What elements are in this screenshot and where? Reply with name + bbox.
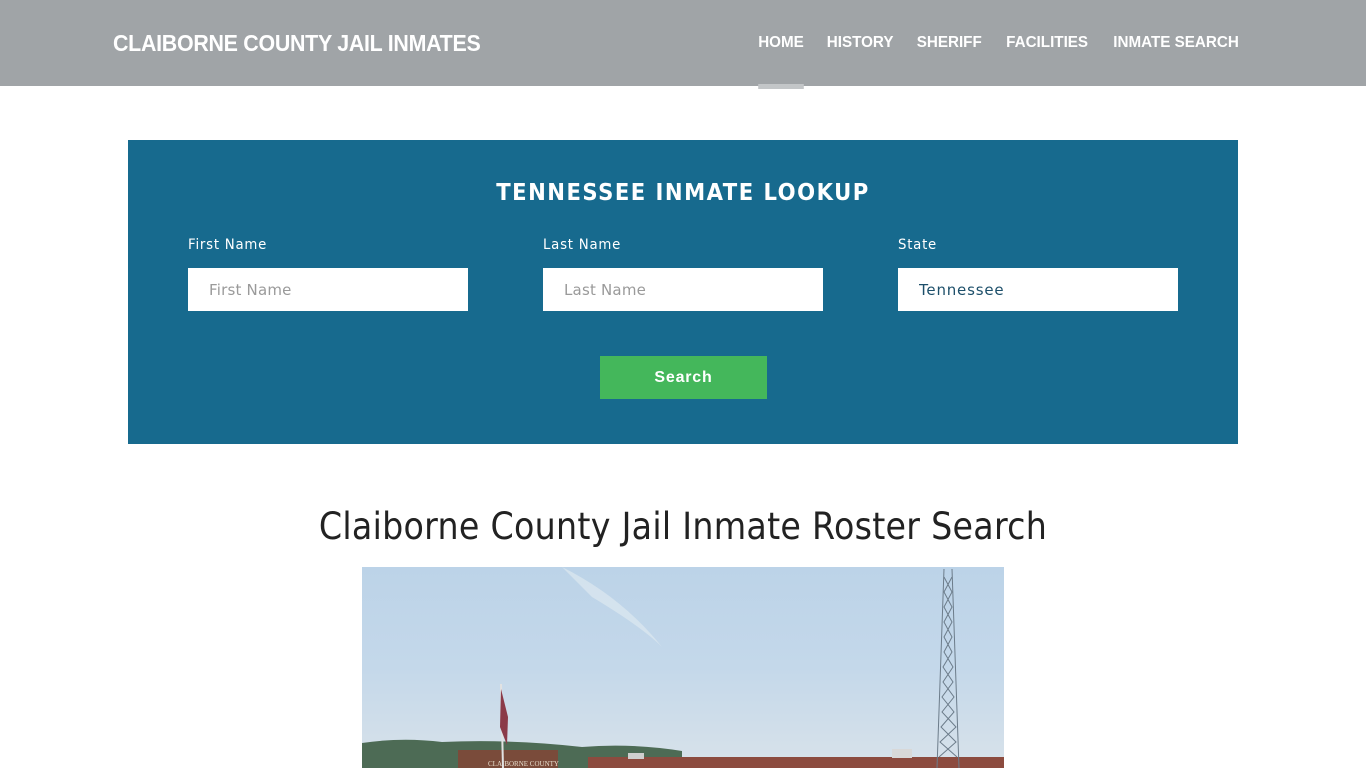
nav-facilities[interactable]: FACILITIES — [996, 0, 1097, 86]
page-heading: Claiborne County Jail Inmate Roster Sear… — [318, 505, 1048, 548]
last-name-input[interactable] — [543, 268, 823, 311]
jail-photo: CLAIBORNE COUNTY — [362, 567, 1004, 768]
lookup-title: TENNESSEE INMATE LOOKUP — [496, 180, 870, 206]
site-brand-link[interactable]: CLAIBORNE COUNTY JAIL INMATES — [113, 30, 481, 57]
building-sign: CLAIBORNE COUNTY — [488, 760, 559, 768]
nav-history[interactable]: HISTORY — [817, 0, 903, 86]
cloud — [562, 567, 662, 647]
radio-tower — [936, 568, 960, 768]
state-select[interactable] — [898, 268, 1178, 311]
nav-inmate-search[interactable]: INMATE SEARCH — [1104, 0, 1249, 86]
nav-sheriff[interactable]: SHERIFF — [907, 0, 991, 86]
first-name-label: First Name — [188, 237, 268, 253]
jail-photo-illustration: CLAIBORNE COUNTY — [362, 567, 1004, 768]
first-name-input[interactable] — [188, 268, 468, 311]
state-label: State — [898, 237, 938, 253]
main-nav: HOME HISTORY SHERIFF FACILITIES INMATE S… — [747, 0, 1252, 89]
search-button[interactable]: Search — [600, 356, 767, 399]
nav-home[interactable]: HOME — [749, 0, 814, 89]
site-header: CLAIBORNE COUNTY JAIL INMATES HOME HISTO… — [0, 0, 1366, 89]
last-name-label: Last Name — [543, 237, 622, 253]
flag-icon — [500, 689, 508, 745]
rooftop-unit — [628, 753, 644, 759]
jail-building — [588, 757, 1004, 768]
rooftop-unit — [892, 749, 912, 758]
